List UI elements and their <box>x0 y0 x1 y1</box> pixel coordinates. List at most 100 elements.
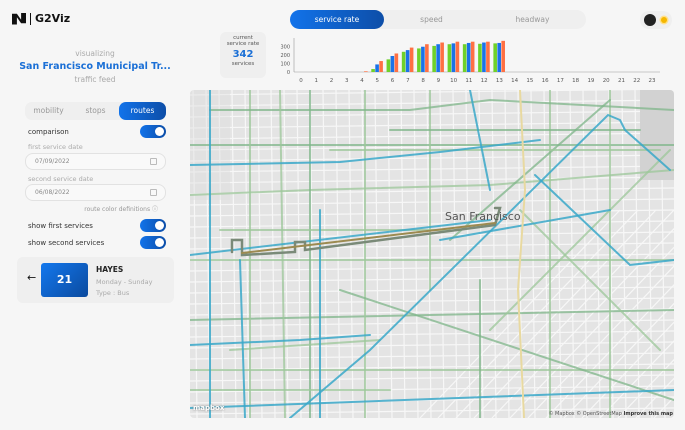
map-attribution: © Mapbox © OpenStreetMap Improve this ma… <box>548 411 673 417</box>
street <box>190 110 674 118</box>
x-tick-label: 3 <box>345 78 349 84</box>
x-tick-label: 4 <box>360 78 364 84</box>
attribution-text[interactable]: © Mapbox © OpenStreetMap <box>548 411 621 417</box>
second-date-input[interactable]: 06/08/2022 <box>25 184 166 201</box>
tab-service-rate[interactable]: service rate <box>290 10 384 29</box>
tab-headway[interactable]: headway <box>479 10 586 29</box>
back-arrow-icon[interactable]: ← <box>27 271 36 284</box>
comparison-row: comparison <box>28 125 166 138</box>
mode-selector: mobility stops routes <box>25 102 166 120</box>
bar-orange-13 <box>501 40 505 72</box>
bar-green-10 <box>447 44 452 72</box>
bar-orange-10 <box>455 41 460 72</box>
show-first-row: show first services <box>28 219 166 232</box>
x-tick-label: 9 <box>437 78 441 84</box>
route-line-blue <box>239 259 246 418</box>
rate-value: 342 <box>232 49 254 60</box>
x-tick-label: 20 <box>603 78 610 84</box>
logo-icon <box>12 12 26 25</box>
bar-blue-7 <box>405 50 410 72</box>
street <box>190 90 642 96</box>
street <box>190 297 674 305</box>
theme-toggle[interactable] <box>640 11 672 29</box>
x-tick-label: 0 <box>299 78 303 84</box>
street <box>190 352 674 360</box>
calendar-icon[interactable] <box>150 189 157 196</box>
first-date-value: 07/09/2022 <box>35 158 70 165</box>
map-canvas[interactable]: San Francisco <box>190 90 674 418</box>
street <box>348 90 354 418</box>
agency-name[interactable]: San Francisco Municipal Tr... <box>0 61 190 72</box>
route-number-badge: 21 <box>41 263 88 297</box>
x-tick-label: 16 <box>542 78 549 84</box>
tab-routes[interactable]: routes <box>119 102 166 120</box>
service-rate-box: current service rate 342 services <box>220 32 266 78</box>
route-name: HAYES <box>96 265 124 274</box>
first-date-input[interactable]: 07/09/2022 <box>25 153 166 170</box>
street <box>400 90 406 418</box>
x-tick-label: 11 <box>465 78 472 84</box>
bar-green-6 <box>386 59 391 72</box>
street <box>530 90 536 418</box>
street <box>387 90 393 418</box>
tab-mobility[interactable]: mobility <box>25 102 72 120</box>
x-tick-label: 5 <box>376 78 380 84</box>
street <box>439 90 445 418</box>
bar-orange-5 <box>379 61 383 72</box>
comparison-label: comparison <box>28 127 69 136</box>
y-tick-label: 300 <box>280 45 290 51</box>
first-date-label: first service date <box>28 143 83 151</box>
service-rate-chart: 01002003000 1 2 3 4 5 6 7 8 9 10 11 12 13 14 15 16 17 18 19… <box>280 38 660 84</box>
bar-green-9 <box>432 45 436 72</box>
tab-speed[interactable]: speed <box>384 10 479 29</box>
show-first-toggle[interactable] <box>140 219 166 232</box>
app-name: G2Viz <box>35 12 71 25</box>
map[interactable]: San Francisco <box>190 90 674 418</box>
second-date-value: 06/08/2022 <box>35 189 70 196</box>
street <box>335 90 341 418</box>
street <box>452 90 458 418</box>
calendar-icon[interactable] <box>150 158 157 165</box>
bar-green-12 <box>478 43 482 72</box>
show-second-toggle[interactable] <box>140 236 166 249</box>
rate-unit: services <box>231 61 255 67</box>
show-second-label: show second services <box>28 238 105 247</box>
x-tick-label: 14 <box>511 78 518 84</box>
bar-orange-9 <box>440 42 444 72</box>
improve-map-link[interactable]: Improve this map <box>624 411 674 417</box>
bar-orange-4 <box>364 71 368 72</box>
street <box>595 90 601 418</box>
x-tick-label: 1 <box>315 78 319 84</box>
bar-green-11 <box>462 44 467 72</box>
route-type: Type : Bus <box>96 289 130 297</box>
tab-stops[interactable]: stops <box>72 102 119 120</box>
bar-orange-11 <box>470 41 475 72</box>
feed-label: traffic feed <box>74 75 116 84</box>
x-tick-label: 17 <box>557 78 564 84</box>
bar-blue-9 <box>436 44 440 72</box>
street <box>231 90 237 418</box>
street <box>413 90 419 418</box>
route-card: ← 21 HAYES Monday - Sunday Type : Bus <box>17 257 174 303</box>
bar-orange-8 <box>425 44 429 72</box>
street <box>190 132 674 140</box>
sun-icon <box>661 17 667 23</box>
comparison-toggle[interactable] <box>140 125 166 138</box>
metric-tabs: service rate speed headway <box>290 10 586 29</box>
bar-blue-13 <box>497 42 501 72</box>
rate-label-2: service rate <box>226 41 260 47</box>
street <box>190 275 674 283</box>
bar-blue-11 <box>466 42 471 72</box>
street <box>190 264 674 272</box>
bar-blue-8 <box>421 46 425 72</box>
bar-orange-12 <box>486 41 490 72</box>
street <box>621 90 627 418</box>
route-color-definitions-link[interactable]: route color definitions ⓘ <box>28 204 158 213</box>
route-days: Monday - Sunday <box>96 278 153 286</box>
x-tick-label: 15 <box>526 78 533 84</box>
street <box>190 165 674 173</box>
visualizing-label: visualizing <box>75 49 115 58</box>
street <box>491 90 497 418</box>
show-second-row: show second services <box>28 236 166 249</box>
city-label: San Francisco <box>445 210 521 223</box>
